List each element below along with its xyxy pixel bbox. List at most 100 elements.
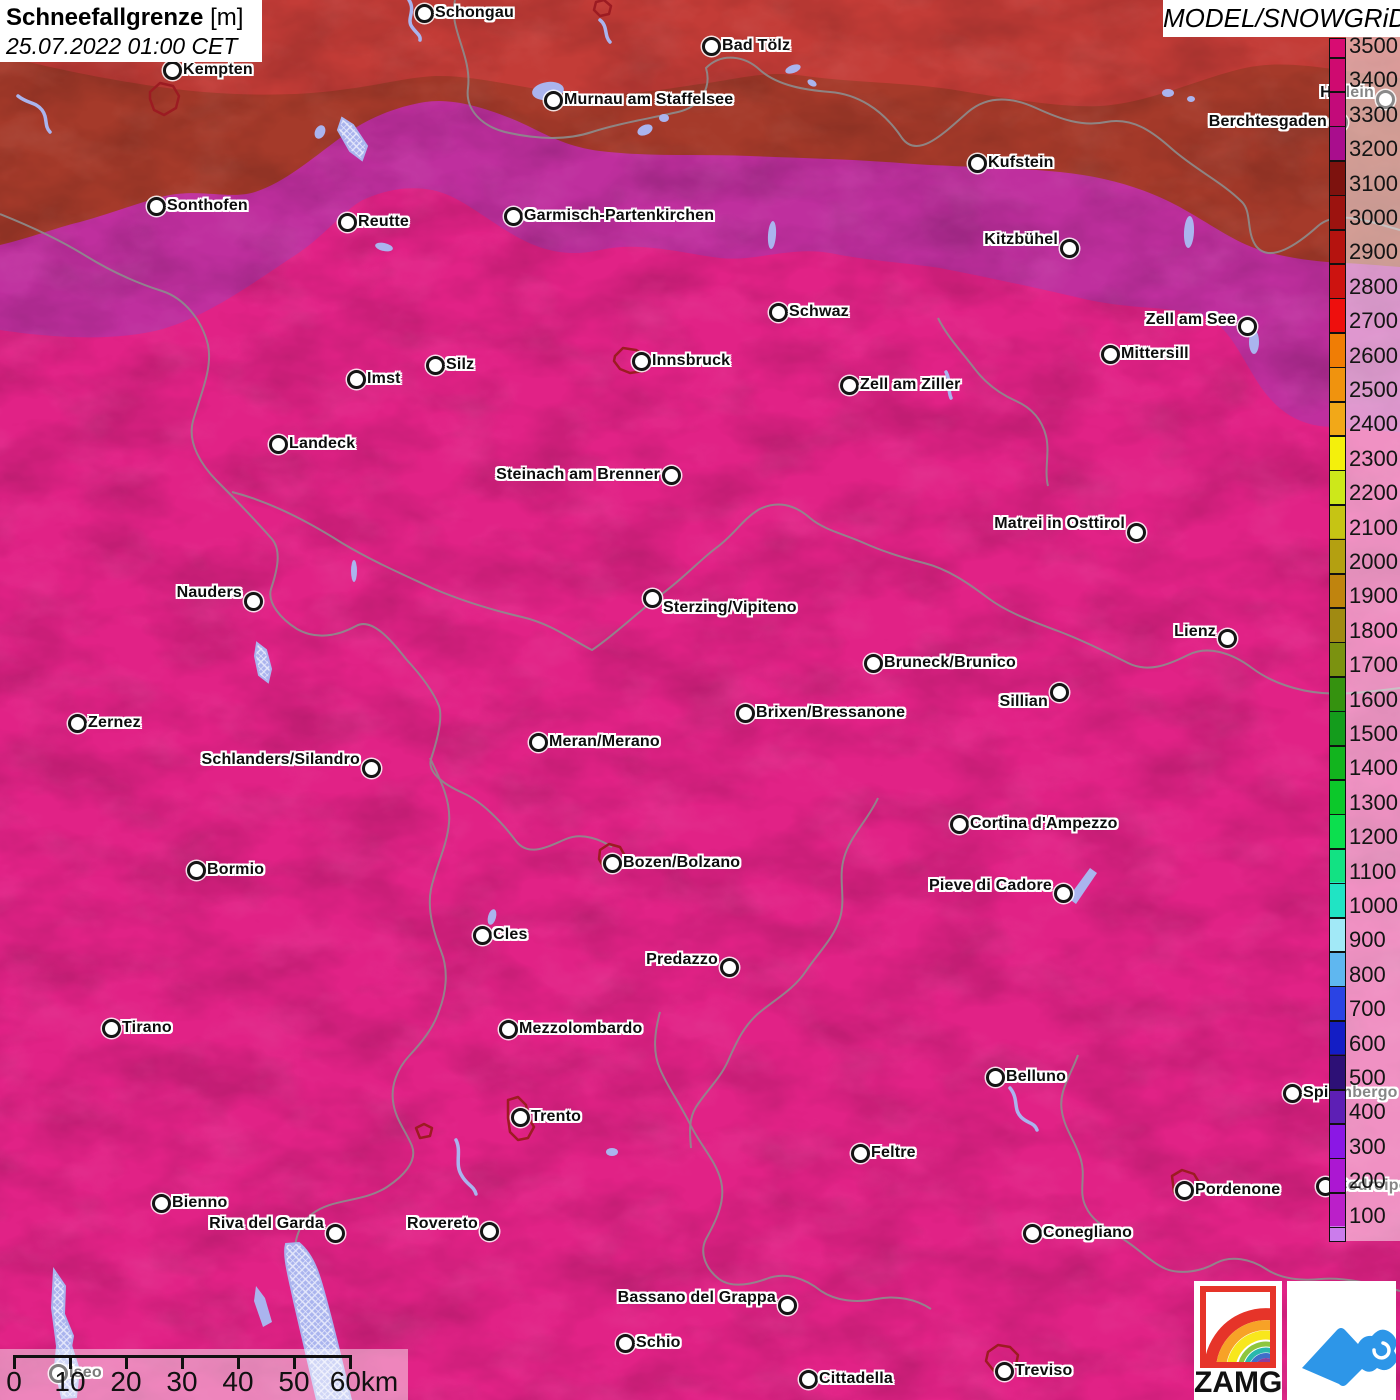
city-dot xyxy=(499,1020,518,1039)
city-label: Kufstein xyxy=(988,152,1054,174)
city-layer: SchongauBad TölzKemptenMurnau am Staffel… xyxy=(0,0,1400,1400)
city-label: Lienz xyxy=(1174,621,1216,643)
colorbar-segment xyxy=(1330,57,1345,91)
zamg-logo: ZAMG xyxy=(1194,1281,1282,1400)
city-label: Meran/Merano xyxy=(549,731,660,753)
colorbar-value: 3400 xyxy=(1349,67,1398,93)
city-dot xyxy=(163,61,182,80)
colorbar-value: 1600 xyxy=(1349,687,1398,713)
colorbar-segment xyxy=(1330,882,1345,916)
city-dot xyxy=(504,207,523,226)
city-label: Mittersill xyxy=(1121,343,1189,365)
colorbar-value: 200 xyxy=(1349,1168,1386,1194)
colorbar-tick xyxy=(1330,1055,1345,1057)
colorbar-value: 1900 xyxy=(1349,583,1398,609)
city-dot xyxy=(702,37,721,56)
colorbar-value: 2500 xyxy=(1349,377,1398,403)
city-dot xyxy=(736,704,755,723)
city-label: Reutte xyxy=(358,211,409,233)
city-label: Brixen/Bressanone xyxy=(756,702,905,724)
colorbar-tick xyxy=(1330,57,1345,59)
city-label: Schio xyxy=(636,1332,681,1354)
city-dot xyxy=(799,1370,818,1389)
colorbar-segment xyxy=(1330,607,1345,641)
city-label: Mezzolombardo xyxy=(519,1018,643,1040)
city-label: Cles xyxy=(493,924,528,946)
colorbar-segment xyxy=(1330,848,1345,882)
colorbar-tick xyxy=(1330,298,1345,300)
colorbar-value: 400 xyxy=(1349,1099,1386,1125)
colorbar-segment xyxy=(1330,1089,1345,1123)
city-dot xyxy=(147,197,166,216)
colorbar-value: 1400 xyxy=(1349,755,1398,781)
city-dot xyxy=(851,1144,870,1163)
city-dot xyxy=(616,1334,635,1353)
colorbar-tick xyxy=(1330,401,1345,403)
colorbar-value: 900 xyxy=(1349,927,1386,953)
colorbar-segment xyxy=(1330,676,1345,710)
colorbar-value: 2300 xyxy=(1349,446,1398,472)
colorbar-tick xyxy=(1330,711,1345,713)
weather-map-page: SchongauBad TölzKemptenMurnau am Staffel… xyxy=(0,0,1400,1400)
city-dot xyxy=(662,466,681,485)
colorbar-tick xyxy=(1330,539,1345,541)
colorbar-segment xyxy=(1330,160,1345,194)
title-heading: Schneefallgrenze xyxy=(6,4,203,31)
city-label: Kempten xyxy=(183,59,253,81)
colorbar-value: 1300 xyxy=(1349,790,1398,816)
colorbar-segment xyxy=(1330,126,1345,160)
city-label: Silz xyxy=(446,354,474,376)
colorbar-segment xyxy=(1330,1226,1345,1241)
colorbar-value: 2200 xyxy=(1349,480,1398,506)
colorbar-value: 600 xyxy=(1349,1031,1386,1057)
colorbar-value: 2000 xyxy=(1349,549,1398,575)
colorbar-value: 300 xyxy=(1349,1134,1386,1160)
colorbar-value: 3200 xyxy=(1349,136,1398,162)
colorbar-tick xyxy=(1330,642,1345,644)
colorbar-tick xyxy=(1330,779,1345,781)
colorbar-segment xyxy=(1330,91,1345,125)
colorbar-tick xyxy=(1330,745,1345,747)
colorbar-segment xyxy=(1330,642,1345,676)
mountain-cloud-icon xyxy=(1287,1281,1396,1400)
city-label: Kitzbühel xyxy=(984,229,1058,251)
scalebar: 0102030405060km xyxy=(0,1349,408,1400)
city-dot xyxy=(864,654,883,673)
city-dot xyxy=(603,854,622,873)
colorbar-value: 2600 xyxy=(1349,343,1398,369)
colorbar-value: 2400 xyxy=(1349,411,1398,437)
city-dot xyxy=(1050,683,1069,702)
colorbar-segment xyxy=(1330,504,1345,538)
city-label: Pordenone xyxy=(1195,1179,1280,1201)
colorbar-tick xyxy=(1330,951,1345,953)
colorbar-tick xyxy=(1330,332,1345,334)
zamg-rainbow-icon xyxy=(1200,1286,1276,1368)
colorbar-segment xyxy=(1330,435,1345,469)
city-label: Sonthofen xyxy=(167,195,248,217)
city-dot xyxy=(244,592,263,611)
city-dot xyxy=(187,861,206,880)
city-dot xyxy=(643,589,662,608)
colorbar-segment xyxy=(1330,367,1345,401)
colorbar-segment xyxy=(1330,195,1345,229)
title-unit: [m] xyxy=(203,4,243,31)
colorbar-tick xyxy=(1330,470,1345,472)
colorbar-value: 1000 xyxy=(1349,893,1398,919)
city-label: Bruneck/Brunico xyxy=(884,652,1016,674)
colorbar-segment xyxy=(1330,779,1345,813)
colorbar-segment xyxy=(1330,538,1345,572)
city-label: Treviso xyxy=(1015,1360,1072,1382)
colorbar-value: 3100 xyxy=(1349,171,1398,197)
colorbar-tick xyxy=(1330,160,1345,162)
colorbar-tick xyxy=(1330,195,1345,197)
city-dot xyxy=(720,958,739,977)
colorbar-tick xyxy=(1330,367,1345,369)
colorbar-segment xyxy=(1330,229,1345,263)
colorbar-segment xyxy=(1330,917,1345,951)
colorbar-tick xyxy=(1330,229,1345,231)
city-dot xyxy=(269,435,288,454)
city-dot xyxy=(995,1362,1014,1381)
colorbar-tick xyxy=(1330,883,1345,885)
city-label: Tirano xyxy=(122,1017,172,1039)
colorbar-value: 2100 xyxy=(1349,515,1398,541)
